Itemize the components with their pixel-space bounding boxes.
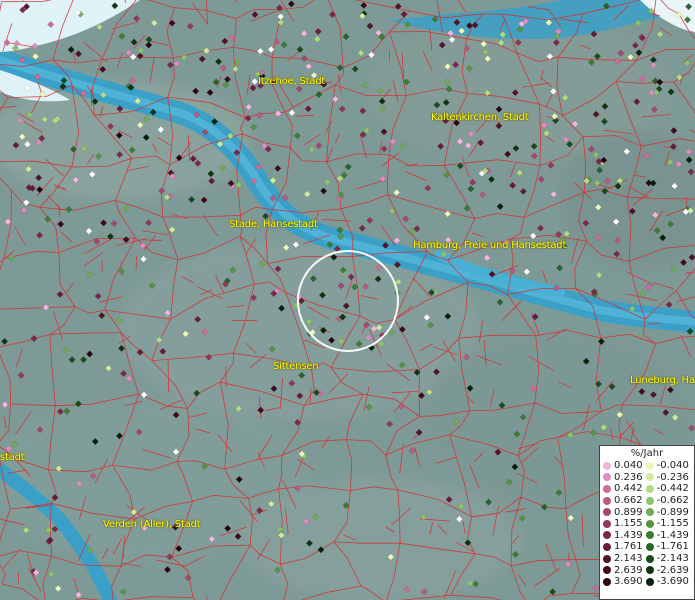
legend-entry: 2.143	[603, 553, 643, 565]
legend-swatch	[645, 461, 654, 470]
legend-swatch	[603, 519, 611, 528]
legend-entry-label: 0.040	[614, 460, 643, 472]
legend-entry-label: 0.442	[614, 483, 643, 495]
legend-entry-label: -3.690	[656, 576, 689, 588]
legend-entry: -1.761	[645, 541, 689, 553]
legend-positive-column: 0.040 0.236 0.442 0.662 0.899 1.155 1.43…	[603, 460, 643, 588]
place-label-stadt-edge: stadt	[0, 452, 25, 463]
legend-entry-label: -1.761	[656, 541, 689, 553]
place-label-hamburg: Hamburg, Freie und Hansestadt	[413, 240, 567, 251]
legend-swatch	[603, 554, 611, 563]
legend-swatch	[603, 542, 611, 551]
legend-entry-label: -0.662	[656, 495, 689, 507]
satellite-basemap	[0, 0, 695, 600]
legend-entry: -2.143	[645, 553, 689, 565]
place-label-verden: Verden (Aller), Stadt	[103, 519, 201, 530]
legend-entry: -0.236	[645, 471, 689, 484]
legend-negative-column: -0.040 -0.236 -0.442 -0.662 -0.899 -1.15…	[645, 460, 689, 588]
legend-entry: 1.761	[603, 541, 643, 553]
legend-entry-label: 0.662	[614, 495, 643, 507]
legend-swatch	[603, 508, 611, 517]
legend-swatch	[645, 484, 654, 493]
legend-entry: 0.236	[603, 472, 643, 484]
legend-entry-label: 1.155	[614, 518, 643, 530]
rate-legend: %/Jahr 0.040 0.236 0.442 0.662 0.899 1.1…	[599, 445, 695, 600]
legend-entry-label: 0.236	[614, 471, 643, 483]
legend-swatch	[603, 461, 611, 470]
legend-entry-label: -0.236	[656, 471, 689, 483]
legend-title: %/Jahr	[630, 448, 664, 459]
legend-swatch	[645, 531, 654, 540]
legend-entry: -0.040	[645, 460, 689, 472]
place-label-stade: Stade, Hansestadt	[229, 219, 318, 230]
legend-entry: 0.662	[603, 495, 643, 507]
place-label-kaltenkirchen: Kaltenkirchen, Stadt	[431, 112, 529, 123]
legend-swatch	[603, 496, 611, 505]
legend-entry-label: -1.155	[656, 518, 689, 530]
legend-swatch	[603, 577, 611, 586]
legend-entry: 0.899	[603, 506, 643, 518]
map-canvas[interactable]	[0, 0, 695, 600]
legend-entry: -3.690	[645, 576, 689, 588]
legend-entry: -2.639	[645, 564, 689, 576]
legend-swatch	[645, 542, 654, 551]
legend-swatch	[645, 566, 654, 575]
legend-entry-label: -0.442	[656, 483, 689, 495]
legend-entry: 3.690	[603, 576, 643, 588]
legend-swatch	[603, 484, 611, 493]
legend-entry: 1.155	[603, 518, 643, 530]
legend-entry: 0.040	[603, 460, 643, 472]
legend-swatch	[645, 508, 654, 517]
legend-entry: 0.442	[603, 483, 643, 495]
legend-swatch	[645, 496, 654, 505]
place-label-itzehoe: Itzehoe, Stadt	[258, 76, 326, 87]
legend-entry: 1.439	[603, 530, 643, 542]
legend-entry-label: 1.761	[614, 541, 643, 553]
legend-entry: 2.639	[603, 564, 643, 576]
legend-entry: -0.442	[645, 483, 689, 495]
legend-entry-label: -0.040	[656, 460, 689, 472]
legend-swatch	[603, 531, 611, 540]
legend-entry-label: -0.899	[656, 506, 689, 518]
legend-swatch	[603, 566, 611, 575]
place-label-sittensen: Sittensen	[273, 361, 319, 372]
place-label-lueneburg: Lüneburg, Ha	[630, 375, 695, 386]
legend-swatch	[645, 519, 654, 528]
legend-entry-label: -1.439	[656, 529, 689, 541]
legend-entry: -0.899	[645, 506, 689, 518]
legend-entry: -0.662	[645, 495, 689, 507]
legend-entry-label: -2.639	[656, 564, 689, 576]
legend-swatch	[645, 473, 654, 482]
legend-swatch	[645, 554, 654, 563]
legend-entry-label: 2.143	[614, 553, 643, 565]
legend-swatch	[603, 473, 611, 482]
legend-entry-label: 2.639	[614, 564, 643, 576]
legend-entry-label: 3.690	[614, 576, 643, 588]
legend-entry: -1.155	[645, 518, 689, 530]
legend-swatch	[645, 577, 654, 586]
legend-entry: -1.439	[645, 529, 689, 542]
legend-entry-label: 1.439	[614, 529, 643, 541]
legend-entry-label: -2.143	[656, 553, 689, 565]
legend-entry-label: 0.899	[614, 506, 643, 518]
